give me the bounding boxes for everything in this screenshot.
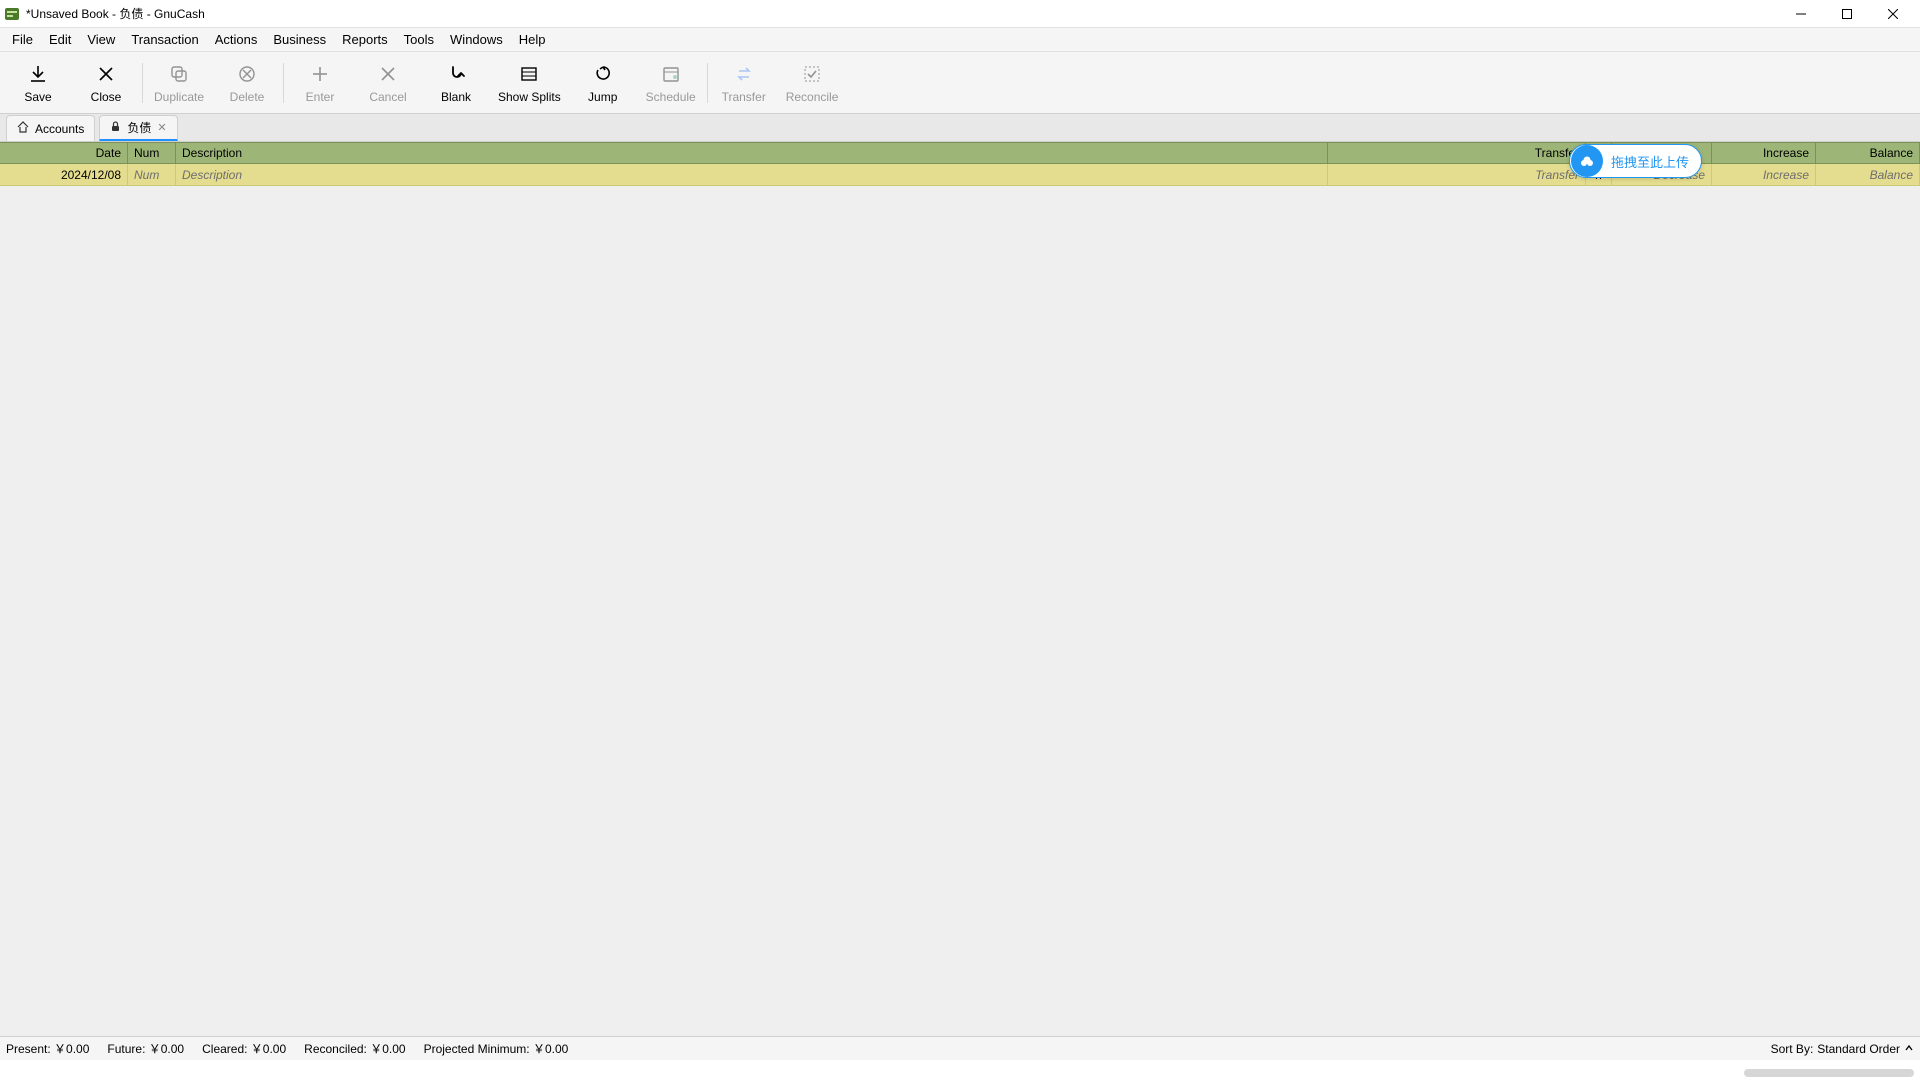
menu-business[interactable]: Business [265,29,334,50]
delete-icon [237,62,257,86]
status-present: Present: ￥0.00 [6,1040,89,1057]
enter-label: Enter [306,90,335,104]
schedule-button[interactable]: Schedule [637,55,705,111]
toolbar-separator [283,63,284,103]
tab-ledger[interactable]: 负债 ✕ [99,115,177,141]
lock-icon [110,121,121,135]
close-label: Close [91,90,122,104]
menu-help[interactable]: Help [511,29,554,50]
menu-transaction[interactable]: Transaction [123,29,206,50]
column-date[interactable]: Date [0,143,128,163]
statusbar: Present: ￥0.00 Future: ￥0.00 Cleared: ￥0… [0,1036,1920,1060]
jump-button[interactable]: Jump [569,55,637,111]
show-splits-button[interactable]: Show Splits [490,55,569,111]
reconcile-icon [802,62,822,86]
window-controls [1778,0,1916,28]
cancel-button[interactable]: Cancel [354,55,422,111]
save-icon [28,62,48,86]
menu-edit[interactable]: Edit [41,29,79,50]
menu-windows[interactable]: Windows [442,29,511,50]
upload-pill[interactable]: 拖拽至此上传 [1569,144,1702,178]
toolbar: Save Close Duplicate Delete Enter Cancel [0,52,1920,114]
column-transfer[interactable]: Transfer [1328,143,1586,163]
calendar-icon [661,62,681,86]
cell-date[interactable]: 2024/12/08 [0,164,128,185]
menu-actions[interactable]: Actions [207,29,266,50]
jump-label: Jump [588,90,617,104]
column-balance[interactable]: Balance [1816,143,1920,163]
cell-increase[interactable]: Increase [1712,164,1816,185]
register-body [0,186,1920,1036]
jump-icon [593,62,613,86]
status-future: Future: ￥0.00 [107,1040,184,1057]
save-label: Save [24,90,51,104]
transfer-icon [734,62,754,86]
column-description[interactable]: Description [176,143,1328,163]
schedule-label: Schedule [646,90,696,104]
cell-balance[interactable]: Balance [1816,164,1920,185]
chevron-up-icon [1904,1042,1914,1056]
app-icon [4,6,20,22]
duplicate-button[interactable]: Duplicate [145,55,213,111]
enter-button[interactable]: Enter [286,55,354,111]
cell-description[interactable]: Description [176,164,1328,185]
tab-accounts-label: Accounts [35,122,84,136]
cell-transfer[interactable]: Transfer [1328,164,1586,185]
tab-ledger-label: 负债 [127,119,151,136]
delete-label: Delete [230,90,265,104]
status-left: Present: ￥0.00 Future: ￥0.00 Cleared: ￥0… [6,1040,568,1057]
show-splits-label: Show Splits [498,90,561,104]
titlebar: *Unsaved Book - 负债 - GnuCash [0,0,1920,28]
transfer-button[interactable]: Transfer [710,55,778,111]
window-title: *Unsaved Book - 负债 - GnuCash [26,5,1778,22]
minimize-button[interactable] [1778,0,1824,28]
blank-label: Blank [441,90,471,104]
toolbar-separator [142,63,143,103]
tabbar: Accounts 负债 ✕ [0,114,1920,142]
upload-text: 拖拽至此上传 [1611,152,1689,171]
transfer-label: Transfer [722,90,766,104]
save-button[interactable]: Save [4,55,72,111]
status-sort[interactable]: Sort By: Standard Order [1771,1042,1914,1056]
column-num[interactable]: Num [128,143,176,163]
reconcile-label: Reconcile [786,90,839,104]
duplicate-label: Duplicate [154,90,204,104]
bottom-spacer [0,1060,1920,1080]
tab-close-icon[interactable]: ✕ [157,121,166,134]
menubar: File Edit View Transaction Actions Busin… [0,28,1920,52]
blank-icon [446,62,466,86]
tab-accounts[interactable]: Accounts [6,115,95,141]
cancel-icon [379,62,397,86]
sort-label: Sort By: [1771,1042,1814,1056]
sort-value: Standard Order [1817,1042,1900,1056]
status-projected: Projected Minimum: ￥0.00 [424,1040,569,1057]
splits-icon [519,62,539,86]
cancel-label: Cancel [369,90,406,104]
column-increase[interactable]: Increase [1712,143,1816,163]
home-icon [17,121,29,136]
register: Date Num Description Transfer Increase B… [0,142,1920,1036]
menu-reports[interactable]: Reports [334,29,396,50]
cloud-icon [1571,145,1603,177]
delete-button[interactable]: Delete [213,55,281,111]
maximize-button[interactable] [1824,0,1870,28]
close-tab-button[interactable]: Close [72,55,140,111]
status-reconciled: Reconciled: ￥0.00 [304,1040,405,1057]
menu-file[interactable]: File [4,29,41,50]
status-cleared: Cleared: ￥0.00 [202,1040,286,1057]
cell-num[interactable]: Num [128,164,176,185]
toolbar-separator [707,63,708,103]
menu-tools[interactable]: Tools [396,29,442,50]
duplicate-icon [169,62,189,86]
plus-icon [310,62,330,86]
menu-view[interactable]: View [79,29,123,50]
reconcile-button[interactable]: Reconcile [778,55,847,111]
horizontal-scrollbar[interactable] [1744,1069,1914,1077]
close-button[interactable] [1870,0,1916,28]
close-icon [97,62,115,86]
blank-button[interactable]: Blank [422,55,490,111]
